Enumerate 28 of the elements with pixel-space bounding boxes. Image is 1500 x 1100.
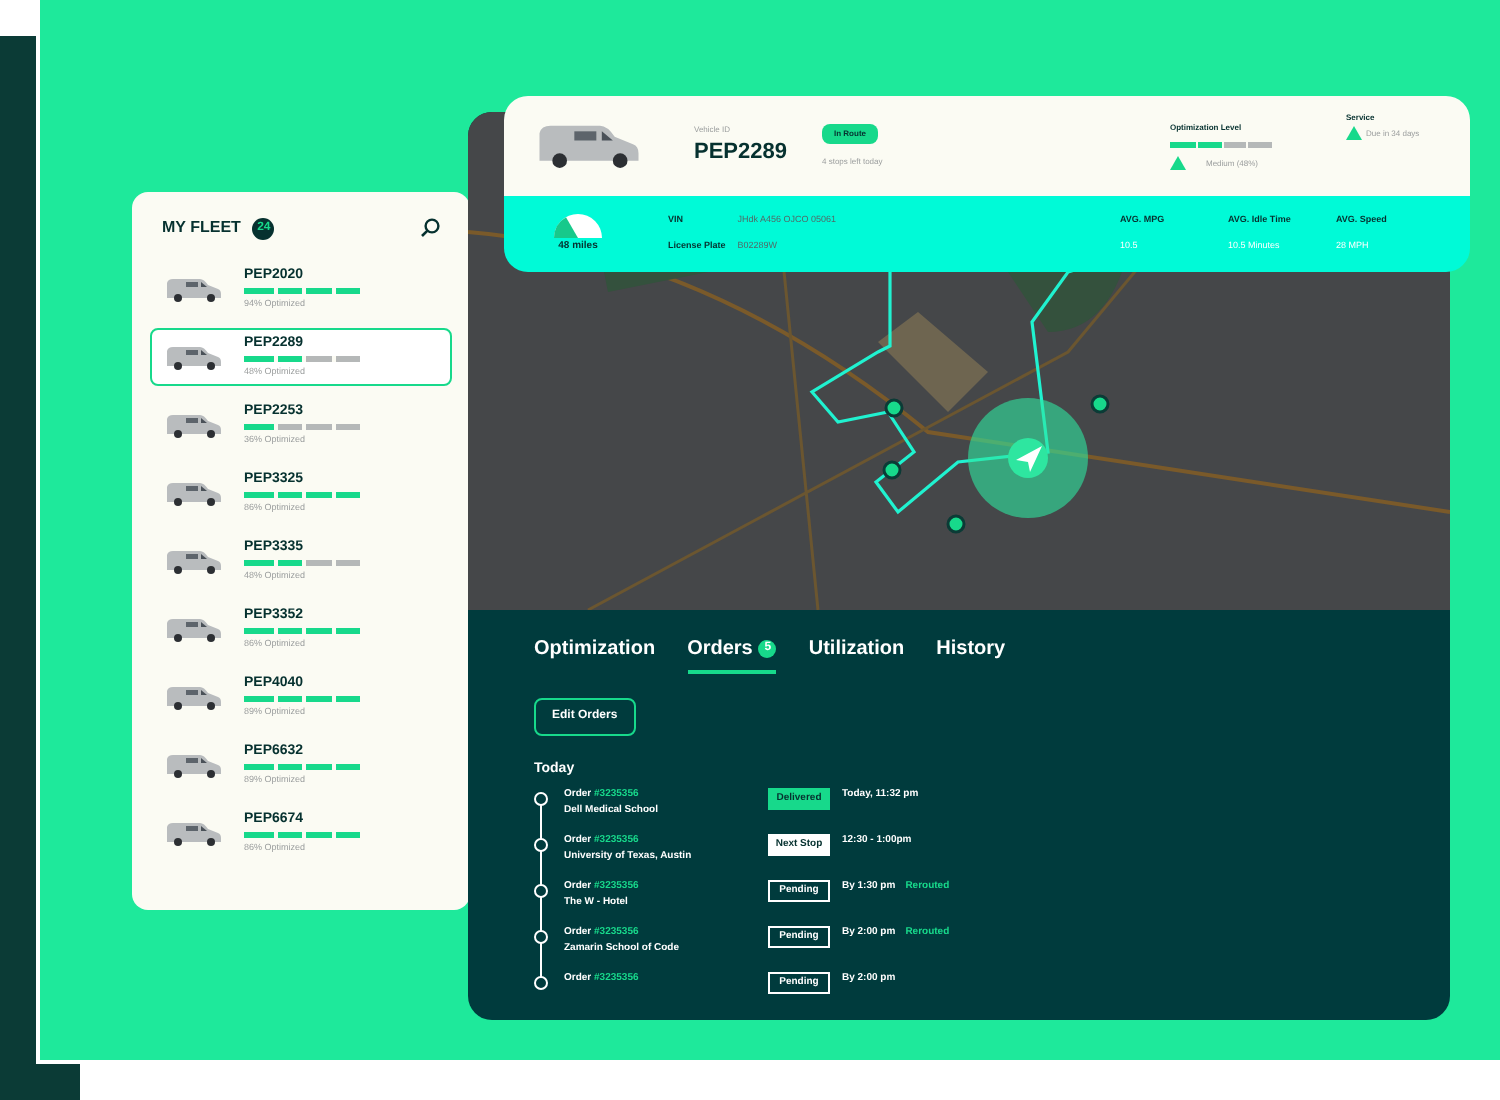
gauge-icon xyxy=(554,213,602,238)
van-drawing xyxy=(164,681,224,713)
current-location-marker xyxy=(968,398,1088,518)
tab[interactable]: Utilization xyxy=(808,634,905,674)
route-stop-marker xyxy=(882,460,902,480)
tab[interactable]: Optimization xyxy=(534,634,656,674)
van-drawing xyxy=(164,749,224,781)
van-drawing xyxy=(164,273,224,305)
van-drawing xyxy=(164,341,224,373)
search-icon[interactable] xyxy=(420,218,440,238)
van-drawing xyxy=(164,409,224,441)
timeline-node xyxy=(534,791,548,805)
timeline-node xyxy=(534,837,548,851)
timeline-node xyxy=(534,975,548,989)
route-stop-marker xyxy=(946,514,966,534)
vehicle-id: PEP2289 xyxy=(694,137,789,168)
van-drawing xyxy=(164,545,224,577)
fleet-title: MY FLEET xyxy=(162,216,241,240)
triangle-icon xyxy=(1346,126,1362,140)
timeline-node xyxy=(534,883,548,897)
timeline-node xyxy=(534,929,548,943)
triangle-icon xyxy=(1170,156,1186,170)
van-drawing xyxy=(164,613,224,645)
tab[interactable]: History xyxy=(936,634,1006,674)
van-drawing xyxy=(164,477,224,509)
route-stop-marker xyxy=(1090,394,1110,414)
route-stop-marker xyxy=(884,398,904,418)
van-drawing xyxy=(164,817,224,849)
